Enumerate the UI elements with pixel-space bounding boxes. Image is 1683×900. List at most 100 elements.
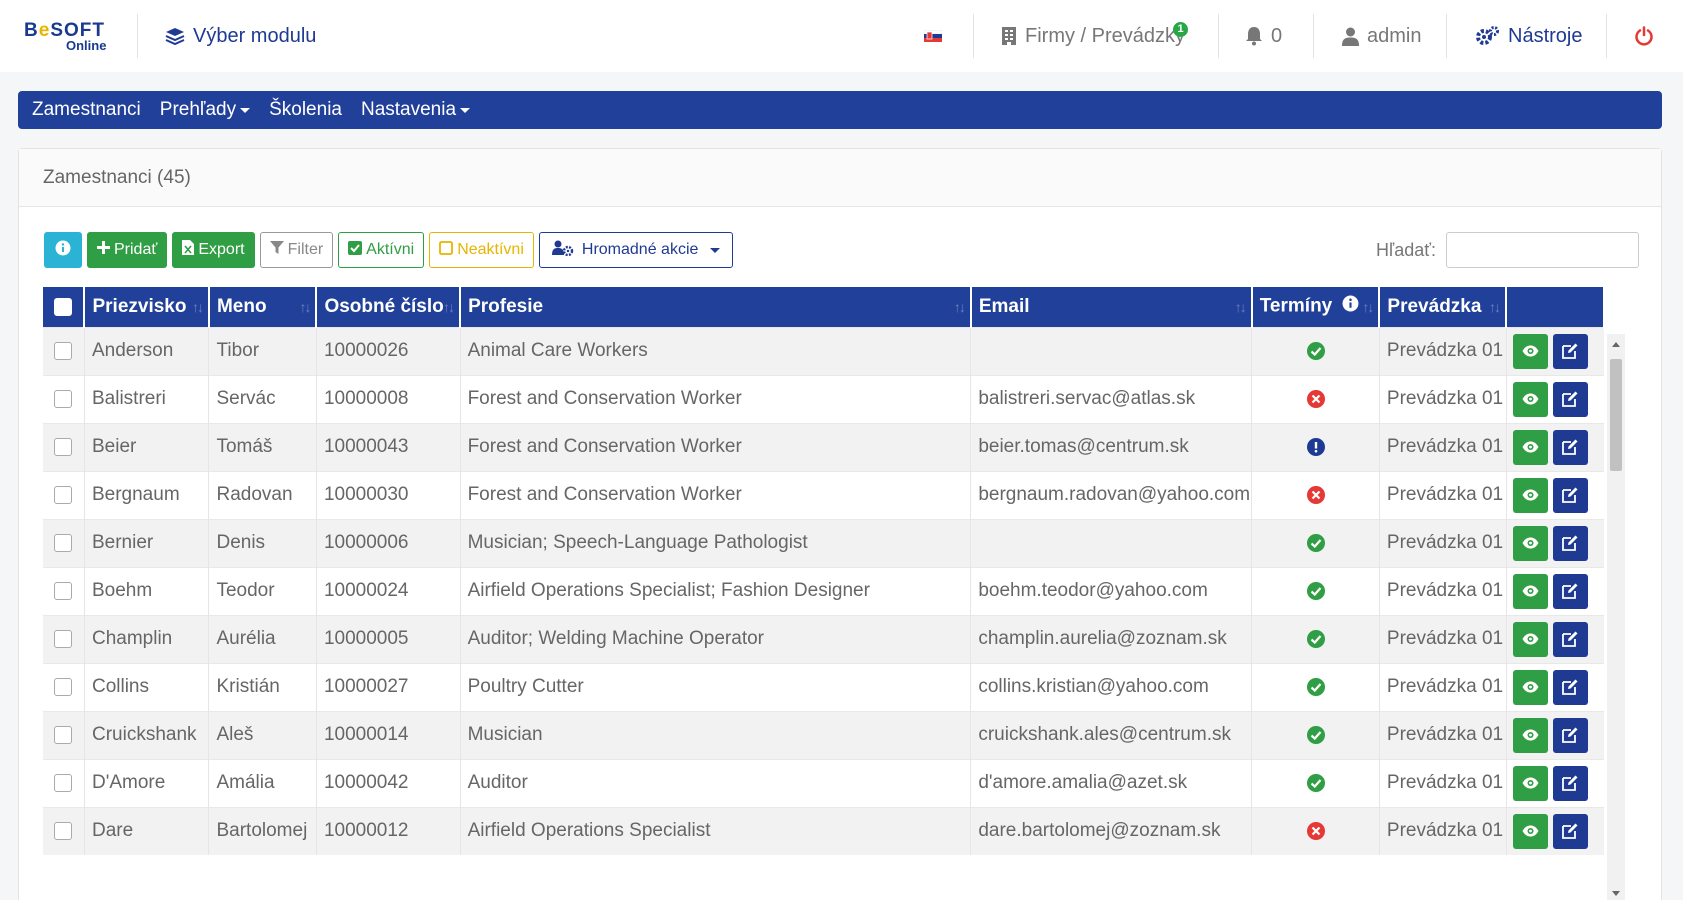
scroll-up-arrow-icon[interactable] [1612, 342, 1620, 347]
edit-button[interactable] [1552, 621, 1588, 657]
row-checkbox[interactable] [54, 437, 73, 456]
profession-cell: Airfield Operations Specialist; Fashion … [460, 566, 972, 615]
surname-cell: D'Amore [84, 758, 210, 807]
view-button[interactable] [1512, 813, 1548, 849]
row-checkbox[interactable] [54, 533, 73, 552]
filter-button[interactable]: Filter [259, 232, 334, 268]
add-button[interactable]: Pridať [87, 232, 168, 268]
exclamation-circle-icon[interactable] [1306, 437, 1325, 456]
scroll-down-arrow-icon[interactable] [1612, 891, 1620, 896]
check-circle-icon[interactable] [1306, 725, 1325, 744]
nav-item-prehlady[interactable]: Prehľady [160, 99, 251, 121]
view-button[interactable] [1512, 717, 1548, 753]
row-checkbox[interactable] [54, 485, 73, 504]
edit-button[interactable] [1552, 669, 1588, 705]
export-button[interactable]: Export [172, 232, 255, 268]
row-select-cell [43, 422, 85, 471]
column-header-name[interactable]: Meno ↑↓ [208, 287, 318, 327]
email-cell: collins.kristian@yahoo.com [970, 662, 1253, 711]
edit-button[interactable] [1552, 765, 1588, 801]
email-cell [970, 518, 1253, 567]
row-checkbox[interactable] [54, 341, 73, 360]
edit-button[interactable] [1552, 813, 1588, 849]
inactive-filter-button[interactable]: Neaktívni [429, 232, 534, 268]
scrollbar-thumb[interactable] [1610, 359, 1622, 471]
row-checkbox[interactable] [54, 581, 73, 600]
row-checkbox[interactable] [54, 725, 73, 744]
table-row: Bergnaum Radovan 10000030 Forest and Conser… [43, 470, 1604, 519]
view-button[interactable] [1512, 669, 1548, 705]
surname-cell: Dare [84, 806, 210, 855]
language-selector[interactable] [924, 0, 942, 72]
check-circle-icon[interactable] [1306, 677, 1325, 696]
edit-button[interactable] [1552, 429, 1588, 465]
module-selector[interactable]: Výber modulu [165, 0, 316, 72]
column-header-deadlines[interactable]: Termíny ↑↓ [1251, 287, 1381, 327]
logout-button[interactable] [1634, 0, 1654, 72]
personal-number-cell: 10000006 [316, 518, 461, 567]
firms-count-badge: 1 [1173, 22, 1188, 37]
column-header-number[interactable]: Osobné číslo ↑↓ [316, 287, 462, 327]
eye-icon [1522, 393, 1539, 405]
info-button[interactable] [44, 232, 82, 268]
row-checkbox[interactable] [54, 822, 73, 841]
users-cog-icon [551, 240, 574, 261]
active-filter-button[interactable]: Aktívni [338, 232, 425, 268]
times-circle-icon[interactable] [1306, 485, 1325, 504]
row-select-cell [43, 614, 85, 663]
column-header-profession[interactable]: Profesie ↑↓ [460, 287, 972, 327]
view-button[interactable] [1512, 333, 1548, 369]
check-circle-icon[interactable] [1306, 341, 1325, 360]
view-button[interactable] [1512, 765, 1548, 801]
check-circle-icon[interactable] [1306, 773, 1325, 792]
edit-icon [1562, 583, 1578, 599]
actions-cell [1506, 374, 1604, 423]
edit-button[interactable] [1552, 717, 1588, 753]
row-checkbox[interactable] [54, 389, 73, 408]
search-input[interactable] [1446, 232, 1639, 268]
edit-button[interactable] [1552, 381, 1588, 417]
view-button[interactable] [1512, 573, 1548, 609]
nav-item-nastavenia[interactable]: Nastavenia [361, 99, 471, 121]
table-row: Dare Bartolomej 10000012 Airfield Operation… [43, 806, 1604, 855]
check-circle-icon[interactable] [1306, 629, 1325, 648]
info-circle-icon[interactable] [1342, 295, 1359, 318]
view-button[interactable] [1512, 477, 1548, 513]
row-checkbox[interactable] [54, 677, 73, 696]
profession-cell: Airfield Operations Specialist [460, 806, 972, 855]
view-button[interactable] [1512, 525, 1548, 561]
app-logo[interactable]: BeSOFT Online [24, 20, 114, 54]
notifications-button[interactable]: 0 [1245, 0, 1282, 72]
view-button[interactable] [1512, 621, 1548, 657]
view-button[interactable] [1512, 429, 1548, 465]
row-checkbox[interactable] [54, 773, 73, 792]
table-scrollbar[interactable] [1607, 334, 1625, 900]
table-row: Anderson Tibor 10000026 Animal Care Workers… [43, 326, 1604, 375]
nav-item-skolenia[interactable]: Školenia [269, 99, 342, 121]
table-row: D'Amore Amália 10000042 Auditor d'amore.amal… [43, 758, 1604, 807]
edit-button[interactable] [1552, 477, 1588, 513]
row-checkbox[interactable] [54, 629, 73, 648]
user-menu[interactable]: admin [1342, 0, 1421, 72]
excel-file-icon [182, 240, 195, 260]
column-header-email[interactable]: Email ↑↓ [970, 287, 1253, 327]
email-cell: beier.tomas@centrum.sk [970, 422, 1253, 471]
edit-button[interactable] [1552, 573, 1588, 609]
tools-menu[interactable]: Nástroje [1476, 0, 1582, 72]
check-circle-icon[interactable] [1306, 533, 1325, 552]
name-cell: Kristián [208, 662, 317, 711]
column-header-surname[interactable]: Priezvisko ↑↓ [84, 287, 210, 327]
edit-button[interactable] [1552, 525, 1588, 561]
times-circle-icon[interactable] [1306, 389, 1325, 408]
check-circle-icon[interactable] [1306, 581, 1325, 600]
edit-icon [1562, 391, 1578, 407]
select-all-checkbox[interactable] [54, 297, 73, 316]
column-header-branch[interactable]: Prevádzka ↑↓ [1379, 287, 1508, 327]
edit-button[interactable] [1552, 333, 1588, 369]
view-button[interactable] [1512, 381, 1548, 417]
firms-branches-menu[interactable]: Firmy / Prevádzky 1 [1001, 0, 1188, 72]
actions-cell [1506, 566, 1604, 615]
times-circle-icon[interactable] [1306, 822, 1325, 841]
nav-item-zamestnanci[interactable]: Zamestnanci [32, 99, 141, 121]
bulk-actions-dropdown[interactable]: Hromadné akcie [538, 232, 734, 268]
